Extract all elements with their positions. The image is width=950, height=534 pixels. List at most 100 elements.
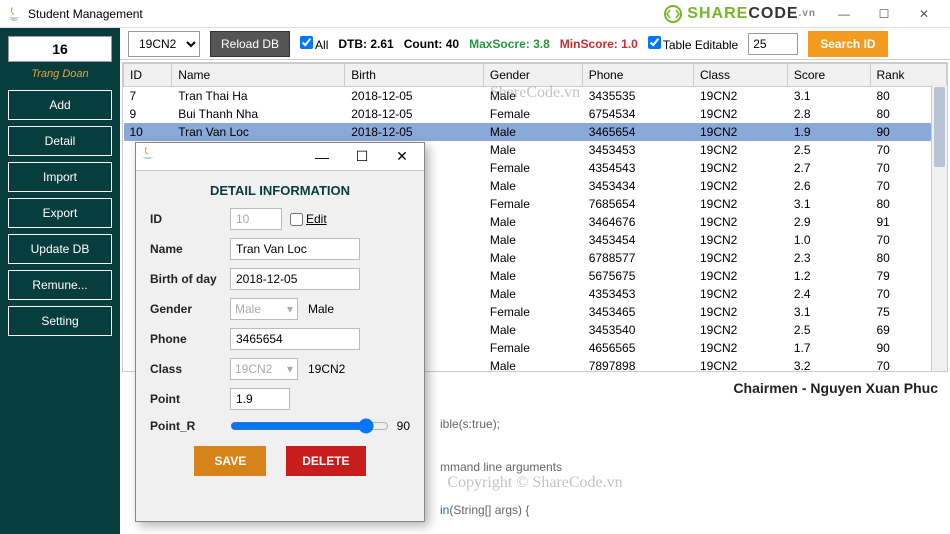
table-cell: 2018-12-05 xyxy=(345,105,484,123)
table-cell: 3464676 xyxy=(582,213,693,231)
column-header[interactable]: Rank xyxy=(870,64,947,87)
vertical-scrollbar[interactable] xyxy=(931,85,947,371)
table-cell: 19CN2 xyxy=(693,249,787,267)
table-row[interactable]: 9Bui Thanh Nha2018-12-05Female675453419C… xyxy=(124,105,947,123)
chevron-down-icon: ▾ xyxy=(287,362,293,376)
table-cell: 7685654 xyxy=(582,195,693,213)
table-cell: 3.1 xyxy=(787,195,870,213)
detail-button[interactable]: Detail xyxy=(8,126,112,156)
username-label: Trang Doan xyxy=(8,68,112,80)
add-button[interactable]: Add xyxy=(8,90,112,120)
table-cell: 3465654 xyxy=(582,123,693,141)
table-cell: 19CN2 xyxy=(693,123,787,141)
table-cell: Bui Thanh Nha xyxy=(172,105,345,123)
minscore-stat: MinScore: 1.0 xyxy=(560,37,638,51)
table-cell: 6754534 xyxy=(582,105,693,123)
table-cell: 2.3 xyxy=(787,249,870,267)
table-cell: 3453465 xyxy=(582,303,693,321)
editable-checkbox[interactable] xyxy=(648,36,661,49)
dialog-close-button[interactable]: ✕ xyxy=(384,145,420,169)
update-db-button[interactable]: Update DB xyxy=(8,234,112,264)
java-icon xyxy=(140,146,156,167)
table-cell: 19CN2 xyxy=(693,195,787,213)
class-label: Class xyxy=(150,362,230,376)
table-row[interactable]: 10Tran Van Loc2018-12-05Male346565419CN2… xyxy=(124,123,947,141)
java-icon xyxy=(6,6,22,22)
table-cell: 1.2 xyxy=(787,267,870,285)
search-id-button[interactable]: Search ID xyxy=(808,31,887,57)
watermark-copyright: Copyright © ShareCode.vn xyxy=(447,474,622,492)
table-cell: 2.5 xyxy=(787,141,870,159)
edit-checkbox[interactable] xyxy=(290,213,303,226)
table-cell: 9 xyxy=(124,105,172,123)
table-cell: 19CN2 xyxy=(693,177,787,195)
column-header[interactable]: Score xyxy=(787,64,870,87)
table-cell: 19CN2 xyxy=(693,321,787,339)
table-cell: 3453540 xyxy=(582,321,693,339)
phone-label: Phone xyxy=(150,332,230,346)
table-cell: 2018-12-05 xyxy=(345,123,484,141)
sharecode-logo: SHARECODE.vn xyxy=(663,4,816,24)
dtb-stat: DTB: 2.61 xyxy=(338,37,393,51)
column-header[interactable]: Phone xyxy=(582,64,693,87)
table-cell: 7 xyxy=(124,87,172,106)
all-checkbox[interactable] xyxy=(300,36,313,49)
birth-field[interactable] xyxy=(230,268,360,290)
name-label: Name xyxy=(150,242,230,256)
search-input[interactable] xyxy=(748,33,798,55)
dialog-maximize-button[interactable]: ☐ xyxy=(344,145,380,169)
dialog-titlebar: — ☐ ✕ xyxy=(136,143,424,171)
table-cell: 4353453 xyxy=(582,285,693,303)
close-button[interactable]: ✕ xyxy=(904,3,944,25)
reload-db-button[interactable]: Reload DB xyxy=(210,31,290,57)
pointr-slider[interactable] xyxy=(230,418,389,434)
save-button[interactable]: SAVE xyxy=(194,446,266,476)
table-cell: 2.7 xyxy=(787,159,870,177)
import-button[interactable]: Import xyxy=(8,162,112,192)
setting-button[interactable]: Setting xyxy=(8,306,112,336)
table-cell: Male xyxy=(483,213,582,231)
table-cell: Male xyxy=(483,285,582,303)
point-field[interactable] xyxy=(230,388,290,410)
all-checkbox-label[interactable]: All xyxy=(300,36,328,52)
sidebar: 16 Trang Doan Add Detail Import Export U… xyxy=(0,28,120,534)
chevron-down-icon: ▾ xyxy=(287,302,293,316)
table-cell: 3453454 xyxy=(582,231,693,249)
remune-button[interactable]: Remune... xyxy=(8,270,112,300)
count-stat: Count: 40 xyxy=(404,37,459,51)
table-cell: Female xyxy=(483,105,582,123)
name-field[interactable] xyxy=(230,238,360,260)
table-cell: 3435535 xyxy=(582,87,693,106)
pointr-value: 90 xyxy=(397,419,410,433)
class-combo[interactable]: 19CN2▾ xyxy=(230,358,298,380)
phone-field[interactable] xyxy=(230,328,360,350)
column-header[interactable]: Class xyxy=(693,64,787,87)
table-cell: 1.7 xyxy=(787,339,870,357)
table-cell: 19CN2 xyxy=(693,105,787,123)
dialog-minimize-button[interactable]: — xyxy=(304,145,340,169)
minimize-button[interactable]: — xyxy=(824,3,864,25)
id-field[interactable] xyxy=(230,208,282,230)
table-cell: 19CN2 xyxy=(693,231,787,249)
gender-combo[interactable]: Male▾ xyxy=(230,298,298,320)
column-header[interactable]: Name xyxy=(172,64,345,87)
gender-value: Male xyxy=(308,302,334,316)
editable-checkbox-label[interactable]: Table Editable xyxy=(648,36,738,52)
maximize-button[interactable]: ☐ xyxy=(864,3,904,25)
point-label: Point xyxy=(150,392,230,406)
column-header[interactable]: Birth xyxy=(345,64,484,87)
column-header[interactable]: ID xyxy=(124,64,172,87)
birth-label: Birth of day xyxy=(150,272,230,286)
table-cell: Male xyxy=(483,177,582,195)
table-cell: 2.5 xyxy=(787,321,870,339)
class-select[interactable]: 19CN2 xyxy=(128,31,200,57)
detail-dialog: — ☐ ✕ DETAIL INFORMATION ID Edit Name Bi… xyxy=(135,142,425,522)
table-cell: Male xyxy=(483,249,582,267)
table-cell: 6788577 xyxy=(582,249,693,267)
table-cell: 3.1 xyxy=(787,87,870,106)
table-cell: 19CN2 xyxy=(693,87,787,106)
delete-button[interactable]: DELETE xyxy=(286,446,365,476)
table-cell: Female xyxy=(483,195,582,213)
table-cell: Male xyxy=(483,321,582,339)
export-button[interactable]: Export xyxy=(8,198,112,228)
